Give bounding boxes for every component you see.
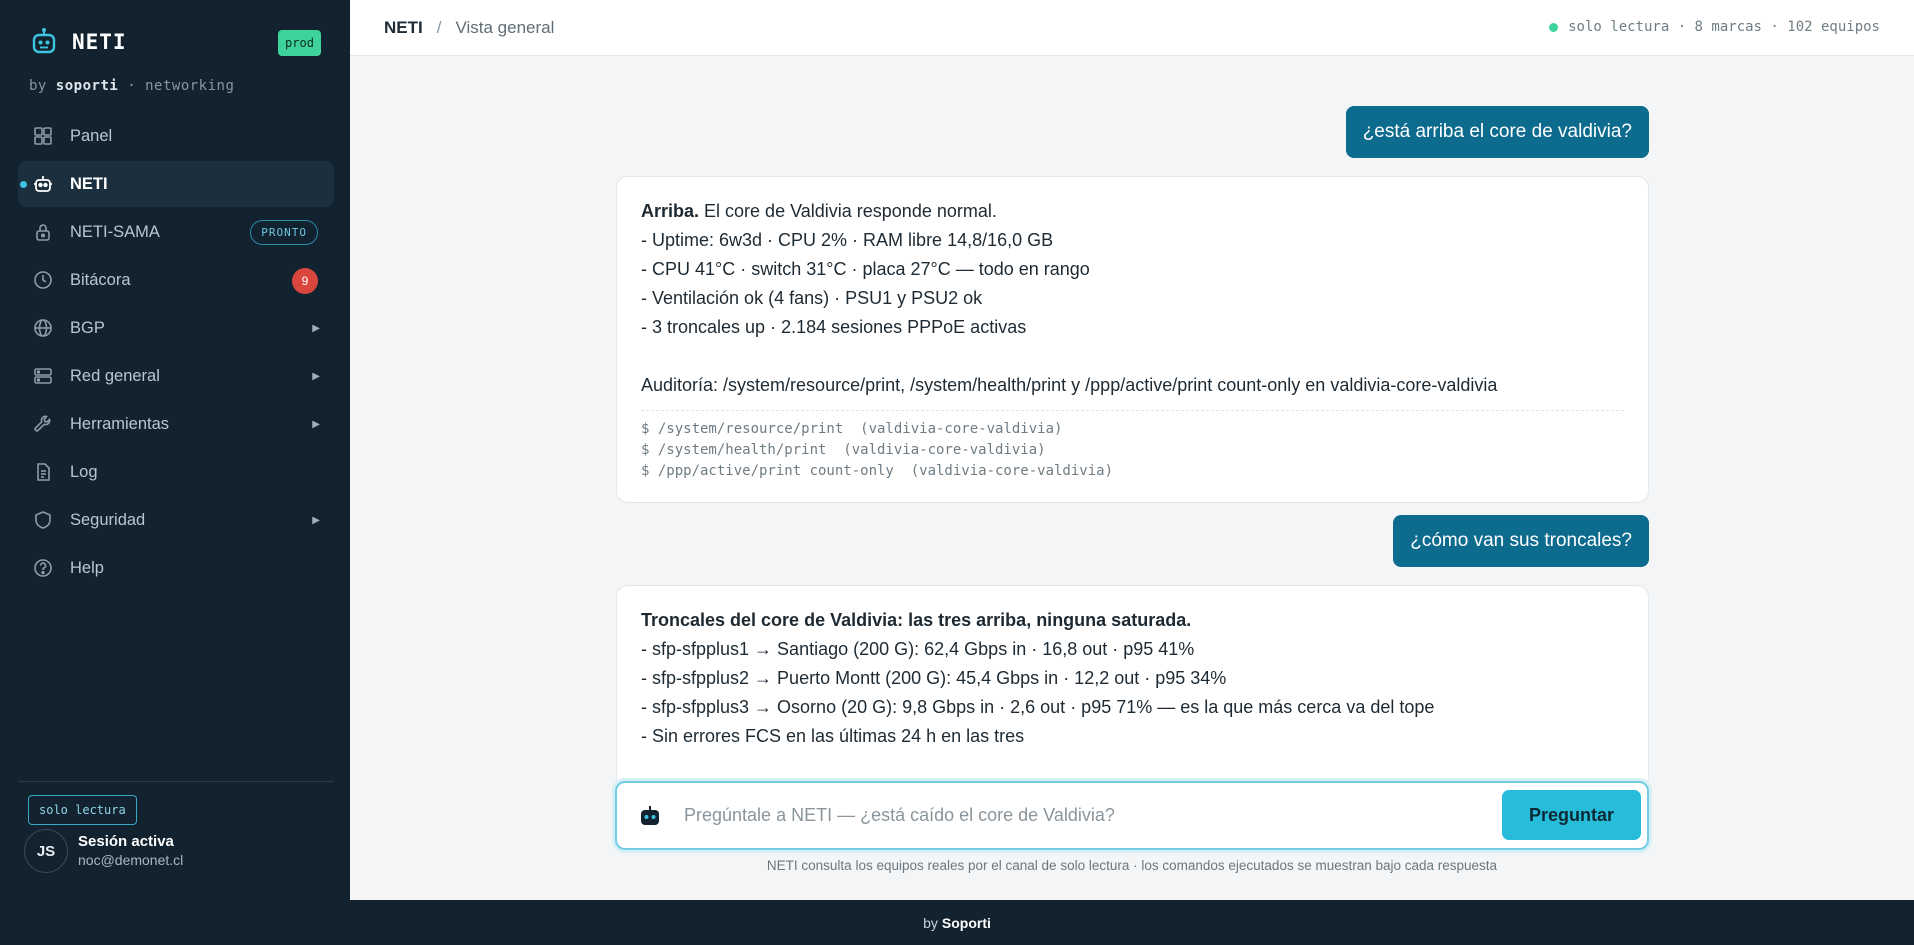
breadcrumb-separator: / bbox=[436, 18, 442, 37]
top-bar: NETI / Vista general solo lectura · 8 ma… bbox=[350, 0, 1914, 56]
notification-count-badge: 9 bbox=[292, 268, 318, 294]
sidebar-item-label: NETI-SAMA bbox=[70, 222, 160, 241]
sidebar-item-label: Seguridad bbox=[70, 510, 146, 529]
sidebar-nav: Panel NETI NETI-SAMA PRONTO Bitácora 9 B… bbox=[18, 113, 334, 593]
status-dot-icon bbox=[1549, 22, 1559, 32]
answer-line: - Ventilación ok (4 fans) · PSU1 y PSU2 … bbox=[641, 288, 983, 308]
breadcrumb-root[interactable]: NETI bbox=[384, 18, 423, 38]
sidebar-item-label: Red general bbox=[70, 366, 160, 385]
command-line: $ /system/resource/print (valdivia-core-… bbox=[641, 421, 1063, 437]
brand[interactable]: NETI bbox=[30, 26, 127, 58]
ask-button[interactable]: Preguntar bbox=[1502, 790, 1641, 840]
session-email: noc@demonet.cl bbox=[78, 852, 184, 868]
breadcrumb: NETI / Vista general bbox=[384, 18, 554, 38]
readonly-chip: solo lectura bbox=[28, 795, 137, 825]
composer: Preguntar bbox=[615, 781, 1649, 850]
assistant-message: Arriba. El core de Valdivia responde nor… bbox=[616, 176, 1649, 503]
sidebar-item-log[interactable]: Log bbox=[18, 449, 334, 495]
sidebar-item-panel[interactable]: Panel bbox=[18, 113, 334, 159]
bot-icon bbox=[32, 173, 54, 195]
answer-line: - Sin errores FCS en las últimas 24 h en… bbox=[641, 726, 1025, 746]
lock-icon bbox=[32, 221, 54, 243]
sidebar-divider bbox=[18, 781, 334, 782]
expand-arrow-icon: ▶ bbox=[312, 370, 320, 382]
answer-line: - sfp-sfpplus1 → Santiago (200 G): 62,4 … bbox=[641, 639, 1195, 659]
chat-thread: ¿está arriba el core de valdivia? Arriba… bbox=[350, 56, 1914, 780]
answer-line: - 3 troncales up · 2.184 sesiones PPPoE … bbox=[641, 317, 1027, 337]
sidebar-item-seguridad[interactable]: Seguridad ▶ bbox=[18, 497, 334, 543]
help-icon bbox=[32, 557, 54, 579]
byline-company: soporti bbox=[55, 78, 119, 94]
command-line: $ /ppp/active/print count-only (valdivia… bbox=[641, 463, 1114, 479]
answer-line: - sfp-sfpplus2 → Puerto Montt (200 G): 4… bbox=[641, 668, 1227, 688]
byline-prefix: by bbox=[29, 78, 47, 94]
sidebar-item-herramientas[interactable]: Herramientas ▶ bbox=[18, 401, 334, 447]
sidebar-item-label: Herramientas bbox=[70, 414, 170, 433]
byline: by soporti · networking bbox=[29, 78, 234, 94]
composer-hint: NETI consulta los equipos reales por el … bbox=[766, 858, 1498, 873]
sidebar-item-neti[interactable]: NETI bbox=[18, 161, 334, 207]
avatar[interactable]: JS bbox=[24, 829, 68, 873]
status-text: solo lectura · 8 marcas · 102 equipos bbox=[1568, 19, 1880, 35]
byline-suffix: · networking bbox=[127, 78, 235, 94]
clock-icon bbox=[32, 269, 54, 291]
answer-lead: Troncales del core de Valdivia: las tres… bbox=[641, 610, 1192, 630]
sidebar-item-label: Log bbox=[70, 462, 98, 481]
grid-icon bbox=[32, 125, 54, 147]
document-icon bbox=[32, 461, 54, 483]
user-message: ¿cómo van sus troncales? bbox=[1393, 515, 1649, 567]
assistant-message: Troncales del core de Valdivia: las tres… bbox=[616, 585, 1649, 780]
expand-arrow-icon: ▶ bbox=[312, 514, 320, 526]
globe-icon bbox=[32, 317, 54, 339]
question-input[interactable] bbox=[684, 795, 1464, 835]
user-message: ¿está arriba el core de valdivia? bbox=[1345, 106, 1649, 158]
sidebar-item-help[interactable]: Help bbox=[18, 545, 334, 591]
sidebar-item-bgp[interactable]: BGP ▶ bbox=[18, 305, 334, 351]
footer-prefix: by bbox=[923, 914, 938, 931]
sidebar-item-label: BGP bbox=[70, 318, 105, 337]
sidebar-item-bitacora[interactable]: Bitácora 9 bbox=[18, 257, 334, 303]
command-line: $ /system/health/print (valdivia-core-va… bbox=[641, 442, 1046, 458]
wrench-icon bbox=[32, 413, 54, 435]
breadcrumb-current: Vista general bbox=[455, 18, 555, 37]
footer: by Soporti bbox=[0, 900, 1914, 945]
answer-lead: Arriba. bbox=[641, 201, 700, 221]
sidebar-item-label: Help bbox=[70, 558, 104, 577]
bot-logo-icon bbox=[32, 28, 56, 54]
session-title: Sesión activa bbox=[78, 833, 174, 850]
sidebar-item-neti-sama[interactable]: NETI-SAMA PRONTO bbox=[18, 209, 334, 255]
bot-icon bbox=[641, 806, 659, 825]
answer-line: - CPU 41°C · switch 31°C · placa 27°C — … bbox=[641, 259, 1090, 279]
active-indicator bbox=[20, 181, 27, 188]
sidebar-item-label: Panel bbox=[70, 126, 113, 145]
server-icon bbox=[32, 365, 54, 387]
executed-commands: $ /system/resource/print (valdivia-core-… bbox=[641, 410, 1624, 482]
sidebar-item-red-general[interactable]: Red general ▶ bbox=[18, 353, 334, 399]
footer-company[interactable]: Soporti bbox=[942, 915, 991, 931]
expand-arrow-icon: ▶ bbox=[312, 418, 320, 430]
expand-arrow-icon: ▶ bbox=[312, 322, 320, 334]
brand-name: NETI bbox=[72, 30, 127, 54]
sidebar-item-label: Bitácora bbox=[70, 270, 131, 289]
shield-icon bbox=[32, 509, 54, 531]
answer-headline: Arriba. El core de Valdivia responde nor… bbox=[641, 197, 1624, 226]
answer-lead-rest: El core de Valdivia responde normal. bbox=[699, 201, 997, 221]
sidebar-item-label: NETI bbox=[70, 174, 108, 193]
coming-soon-badge: PRONTO bbox=[250, 220, 318, 245]
sidebar: NETI prod by soporti · networking Panel … bbox=[0, 0, 350, 900]
answer-line: - sfp-sfpplus3 → Osorno (20 G): 9,8 Gbps… bbox=[641, 697, 1435, 717]
answer-headline: Troncales del core de Valdivia: las tres… bbox=[641, 606, 1624, 635]
audit-note: Auditoría: /system/resource/print, /syst… bbox=[641, 375, 1498, 395]
environment-badge: prod bbox=[278, 30, 321, 56]
status-indicator: solo lectura · 8 marcas · 102 equipos bbox=[1549, 19, 1880, 35]
answer-line: - Uptime: 6w3d · CPU 2% · RAM libre 14,8… bbox=[641, 230, 1054, 250]
